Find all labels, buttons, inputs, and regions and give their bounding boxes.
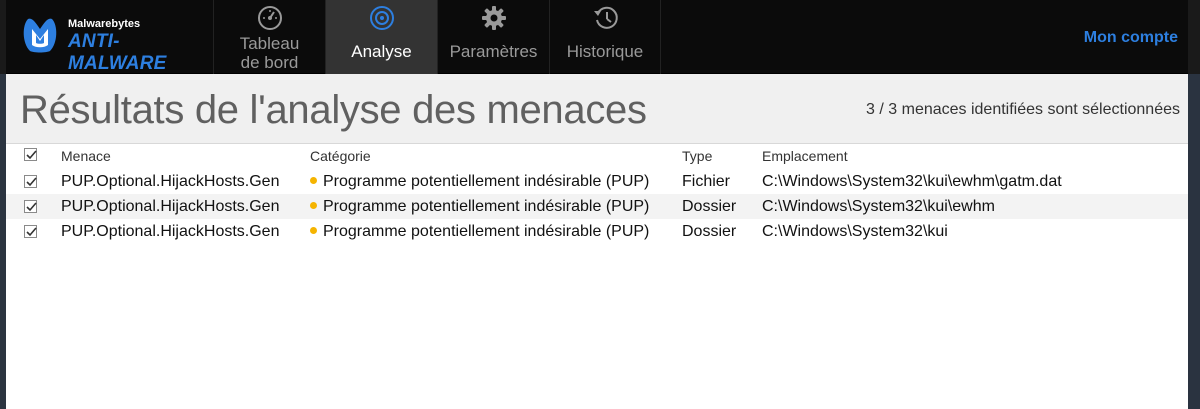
select-all-checkbox[interactable] (24, 144, 40, 169)
tab-history[interactable]: Historique (549, 0, 661, 74)
tab-dashboard-label-line2: de bord (240, 53, 299, 72)
threat-category: Programme potentiellement indésirable (P… (310, 169, 649, 194)
threat-name: PUP.Optional.HijackHosts.Gen (61, 198, 280, 215)
logo-brand-small: Malwarebytes (68, 18, 141, 30)
gear-icon (482, 6, 506, 30)
severity-dot-icon (310, 177, 317, 184)
account-link[interactable]: Mon compte (1084, 29, 1178, 47)
threat-name: PUP.Optional.HijackHosts.Gen (61, 173, 280, 190)
severity-dot-icon (310, 227, 317, 234)
tab-scan-label: Analyse (351, 42, 412, 61)
logo-product-name: ANTI-MALWARE (68, 31, 167, 74)
table-row[interactable]: PUP.Optional.HijackHosts.Gen Programme p… (6, 169, 1188, 194)
results-empty-area (6, 245, 1188, 409)
table-row[interactable]: PUP.Optional.HijackHosts.Gen Programme p… (6, 219, 1188, 244)
table-header-row: Menace Catégorie Type Emplacement (6, 144, 1188, 169)
app-logo: Malwarebytes ANTI-MALWARE (16, 12, 216, 74)
malwarebytes-logo-icon (23, 18, 57, 53)
tab-dashboard[interactable]: Tableau de bord (213, 0, 325, 74)
column-header-location[interactable]: Emplacement (762, 144, 848, 169)
column-header-threat[interactable]: Menace (61, 144, 111, 169)
threat-type: Dossier (682, 198, 737, 215)
title-band: Résultats de l'analyse des menaces 3 / 3… (6, 74, 1188, 144)
threat-location: C:\Windows\System32\kui\ewhm\gatm.dat (762, 173, 1062, 190)
app-window: Malwarebytes ANTI-MALWARE Tableau de bor… (6, 0, 1188, 409)
gauge-icon (258, 6, 282, 30)
threat-category: Programme potentiellement indésirable (P… (310, 194, 649, 219)
tab-settings-label: Paramètres (449, 42, 538, 61)
tab-history-label: Historique (566, 42, 644, 61)
tab-dashboard-label-line1: Tableau (239, 34, 300, 53)
history-clock-icon (594, 6, 618, 29)
row-checkbox[interactable] (24, 169, 40, 194)
table-row[interactable]: PUP.Optional.HijackHosts.Gen Programme p… (6, 194, 1188, 219)
threat-category-label: Programme potentiellement indésirable (P… (323, 223, 650, 240)
tab-settings[interactable]: Paramètres (437, 0, 549, 74)
tab-scan[interactable]: Analyse (325, 0, 437, 74)
tab-dashboard-label: Tableau de bord (214, 34, 325, 72)
threat-results-table: Menace Catégorie Type Emplacement PUP.Op… (6, 144, 1188, 244)
top-navigation-bar: Malwarebytes ANTI-MALWARE Tableau de bor… (6, 0, 1188, 74)
threat-type: Dossier (682, 223, 737, 240)
threat-location: C:\Windows\System32\kui\ewhm (762, 198, 995, 215)
threat-category-label: Programme potentiellement indésirable (P… (323, 198, 650, 215)
row-checkbox[interactable] (24, 194, 40, 219)
column-header-type[interactable]: Type (682, 144, 712, 169)
selection-status: 3 / 3 menaces identifiées sont sélection… (866, 101, 1180, 118)
threat-location: C:\Windows\System32\kui (762, 223, 948, 240)
threat-category: Programme potentiellement indésirable (P… (310, 219, 649, 244)
severity-dot-icon (310, 202, 317, 209)
column-header-category[interactable]: Catégorie (310, 144, 371, 169)
scan-target-icon (370, 6, 394, 30)
threat-category-label: Programme potentiellement indésirable (P… (323, 173, 650, 190)
page-title: Résultats de l'analyse des menaces (20, 88, 647, 132)
main-nav: Tableau de bord Analyse Paramètres Histo… (213, 0, 661, 74)
threat-type: Fichier (682, 173, 731, 190)
threat-name: PUP.Optional.HijackHosts.Gen (61, 223, 280, 240)
row-checkbox[interactable] (24, 219, 40, 244)
